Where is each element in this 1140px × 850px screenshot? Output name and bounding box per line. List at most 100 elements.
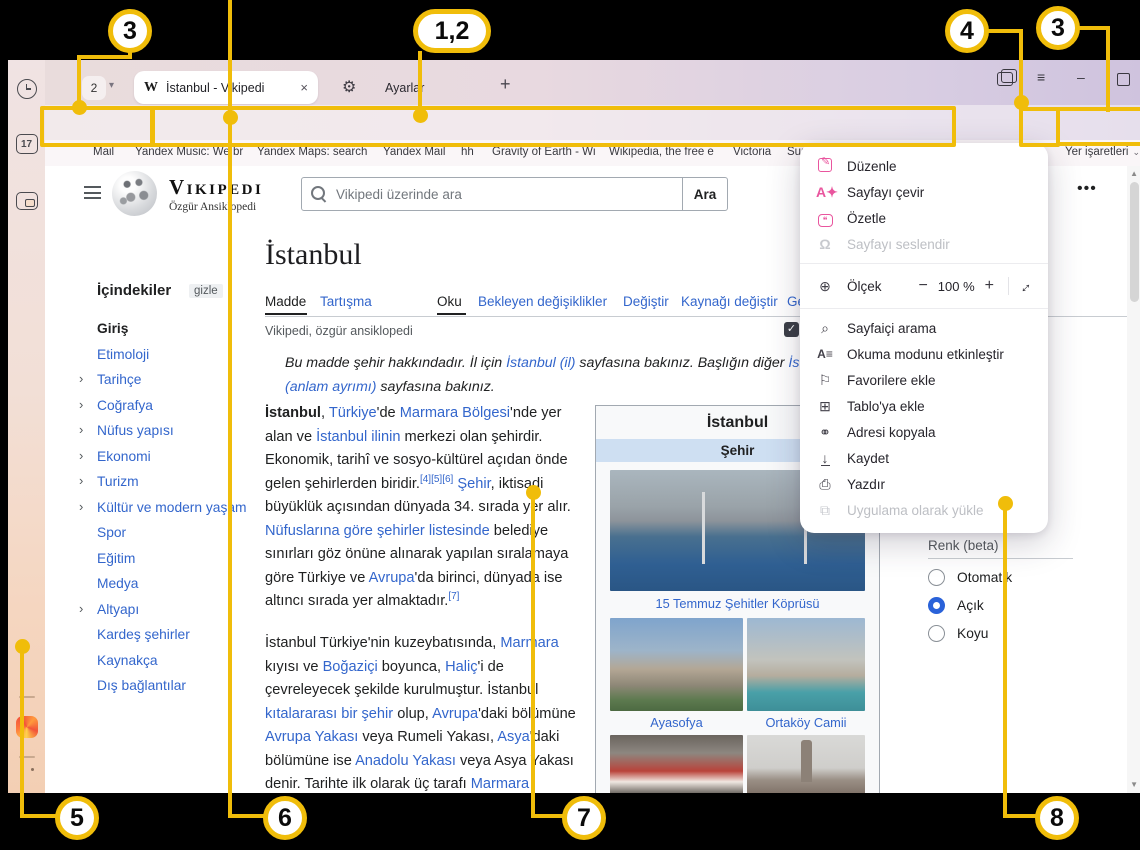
bookmarks-more-button[interactable]: Yer işaretleri⌄ xyxy=(1065,146,1140,158)
toc-item-nufus[interactable]: ›Nüfus yapısı xyxy=(75,418,275,444)
wiki-header-more-icon[interactable]: ••• xyxy=(1077,180,1097,198)
scroll-down-icon[interactable]: ▼ xyxy=(1130,780,1138,789)
callout-3-left: 3 xyxy=(108,9,152,53)
infobox-caption-ortakoy[interactable]: Ortaköy Camii xyxy=(747,715,865,730)
callout-line xyxy=(531,492,535,818)
wikipedia-wordmark[interactable]: Vikipedi Özgür Ansiklopedi xyxy=(169,175,263,213)
fullscreen-icon[interactable]: ↔ xyxy=(1013,275,1036,298)
search-button[interactable]: Ara xyxy=(682,177,728,211)
ortakoy-photo[interactable] xyxy=(747,618,865,711)
tab-count-badge[interactable]: 17 xyxy=(16,134,38,154)
tab-oku[interactable]: Oku xyxy=(437,294,462,309)
menu-item-yazdir[interactable]: ⎙ Yazdır xyxy=(800,471,1048,497)
maximize-button[interactable] xyxy=(1117,73,1130,89)
radio-koyu[interactable] xyxy=(928,625,945,642)
toc-item-kardes[interactable]: ›Kardeş şehirler xyxy=(75,622,275,648)
callout-line xyxy=(228,814,266,818)
toc-hide-button[interactable]: gizle xyxy=(189,284,223,298)
checked-checkbox[interactable]: ✓ xyxy=(784,322,799,337)
callout-line xyxy=(531,814,565,818)
reader-mode-icon: A≡ xyxy=(816,347,834,361)
infobox-caption-bridge[interactable]: 15 Temmuz Şehitler Köprüsü xyxy=(596,596,879,611)
callout-8: 8 xyxy=(1035,796,1079,840)
menu-item-favorilere-ekle[interactable]: ⚐ Favorilere ekle xyxy=(800,367,1048,393)
menu-item-okuma-modu[interactable]: A≡ Okuma modunu etkinleştir xyxy=(800,341,1048,367)
toc-item-medya[interactable]: ›Medya xyxy=(75,571,275,597)
menu-item-duzenle[interactable]: Düzenle xyxy=(800,153,1048,179)
menu-item-sayfaici-arama[interactable]: ⌕ Sayfaiçi arama xyxy=(800,315,1048,341)
menu-item-adresi-kopyala[interactable]: ⚭ Adresi kopyala xyxy=(800,419,1048,445)
menu-item-sayfayi-cevir[interactable]: A✦ Sayfayı çevir xyxy=(800,179,1048,205)
wiki-search-input[interactable]: Vikipedi üzerinde ara xyxy=(301,177,683,211)
tram-photo[interactable] xyxy=(610,735,743,793)
highlight-box-nav-buttons xyxy=(40,106,155,147)
browser-menu-icon[interactable]: ≡ xyxy=(1037,69,1045,85)
callout-line xyxy=(1019,29,1023,99)
tab-kaynagi-degistir[interactable]: Kaynağı değiştir xyxy=(681,294,778,309)
search-placeholder: Vikipedi üzerinde ara xyxy=(336,187,462,202)
tab-tartisma[interactable]: Tartışma xyxy=(320,294,372,309)
headphones-icon: Ω xyxy=(816,236,834,252)
scrollbar[interactable]: ▲ ▼ xyxy=(1127,166,1140,793)
bookmark-item[interactable]: hh xyxy=(461,146,474,158)
infobox-caption-ayasofya[interactable]: Ayasofya xyxy=(610,715,743,730)
tab-close-icon[interactable]: × xyxy=(300,80,308,95)
radio-koyu-label[interactable]: Koyu xyxy=(957,626,988,641)
callout-5: 5 xyxy=(55,796,99,840)
toc-item-tarihce[interactable]: ›Tarihçe xyxy=(75,367,275,393)
menu-item-tabloya-ekle[interactable]: ⊞ Tablo'ya ekle xyxy=(800,393,1048,419)
tab-counter-chevron-icon[interactable]: ▾ xyxy=(109,80,114,91)
zoom-in-button[interactable]: + xyxy=(979,277,1000,295)
wiki-hamburger-icon[interactable] xyxy=(84,186,101,199)
bookmark-item[interactable]: Yandex Maps: search xyxy=(257,146,367,158)
tab-degistir[interactable]: Değiştir xyxy=(623,294,669,309)
browser-sidebar: 17 xyxy=(8,60,45,793)
radio-acik[interactable] xyxy=(928,597,945,614)
ayasofya-photo[interactable] xyxy=(610,618,743,711)
toc-item-ekonomi[interactable]: ›Ekonomi xyxy=(75,444,275,470)
toc-item-altyapi[interactable]: ›Altyapı xyxy=(75,597,275,623)
scroll-up-icon[interactable]: ▲ xyxy=(1130,169,1138,178)
toc-item-giris[interactable]: ›Giriş xyxy=(75,316,275,342)
toc-item-egitim[interactable]: ›Eğitim xyxy=(75,546,275,572)
minimize-button[interactable]: – xyxy=(1077,69,1085,85)
radio-otomatik[interactable] xyxy=(928,569,945,586)
radio-acik-label[interactable]: Açık xyxy=(957,598,984,613)
summarize-icon: ❝ xyxy=(816,210,834,227)
toc-item-cografya[interactable]: ›Coğrafya xyxy=(75,393,275,419)
bookmark-item[interactable]: Mail xyxy=(93,146,114,158)
tab-istanbul[interactable]: W İstanbul - Vikipedi × xyxy=(134,71,318,104)
new-tab-button[interactable]: + xyxy=(500,74,511,95)
toc-item-kultur[interactable]: ›Kültür ve modern yaşam xyxy=(75,495,275,521)
panels-icon[interactable] xyxy=(997,72,1013,89)
printer-icon: ⎙ xyxy=(816,476,834,493)
bookmark-item[interactable]: Yandex Mail xyxy=(383,146,445,158)
tab-bekleyen[interactable]: Bekleyen değişiklikler xyxy=(478,294,607,309)
menu-item-ozetle[interactable]: ❝ Özetle xyxy=(800,205,1048,231)
tab-madde[interactable]: Madde xyxy=(265,294,306,309)
tab-counter[interactable]: 2 xyxy=(82,76,106,100)
toc-item-etimoloji[interactable]: ›Etimoloji xyxy=(75,342,275,368)
zoom-out-button[interactable]: − xyxy=(912,277,933,295)
bookmark-item[interactable]: Gravity of Earth - Wi xyxy=(492,146,596,158)
screenshot-icon[interactable] xyxy=(16,192,38,210)
toc-item-spor[interactable]: ›Spor xyxy=(75,520,275,546)
bookmark-item[interactable]: Wikipedia, the free e xyxy=(609,146,714,158)
toc-item-turizm[interactable]: ›Turizm xyxy=(75,469,275,495)
scrollbar-thumb[interactable] xyxy=(1130,182,1139,302)
wikipedia-globe-logo[interactable] xyxy=(112,171,157,216)
yandex-logo-icon[interactable] xyxy=(16,716,38,738)
toc-item-kaynakca[interactable]: ›Kaynakça xyxy=(75,648,275,674)
bookmark-item[interactable]: Yandex Music: We br xyxy=(135,146,243,158)
menu-item-kaydet[interactable]: ↓ Kaydet xyxy=(800,445,1048,471)
callout-dot xyxy=(413,108,428,123)
callout-line xyxy=(20,646,24,818)
menu-divider xyxy=(800,308,1048,309)
callout-line xyxy=(20,814,58,818)
galata-photo[interactable] xyxy=(747,735,865,793)
wordmark-tagline: Özgür Ansiklopedi xyxy=(169,201,263,213)
settings-tab-gear-icon[interactable]: ⚙ xyxy=(342,77,356,97)
toc-item-dis-baglantilar[interactable]: ›Dış bağlantılar xyxy=(75,673,275,699)
history-icon[interactable] xyxy=(17,79,37,99)
bookmark-item[interactable]: Victoria xyxy=(733,146,771,158)
